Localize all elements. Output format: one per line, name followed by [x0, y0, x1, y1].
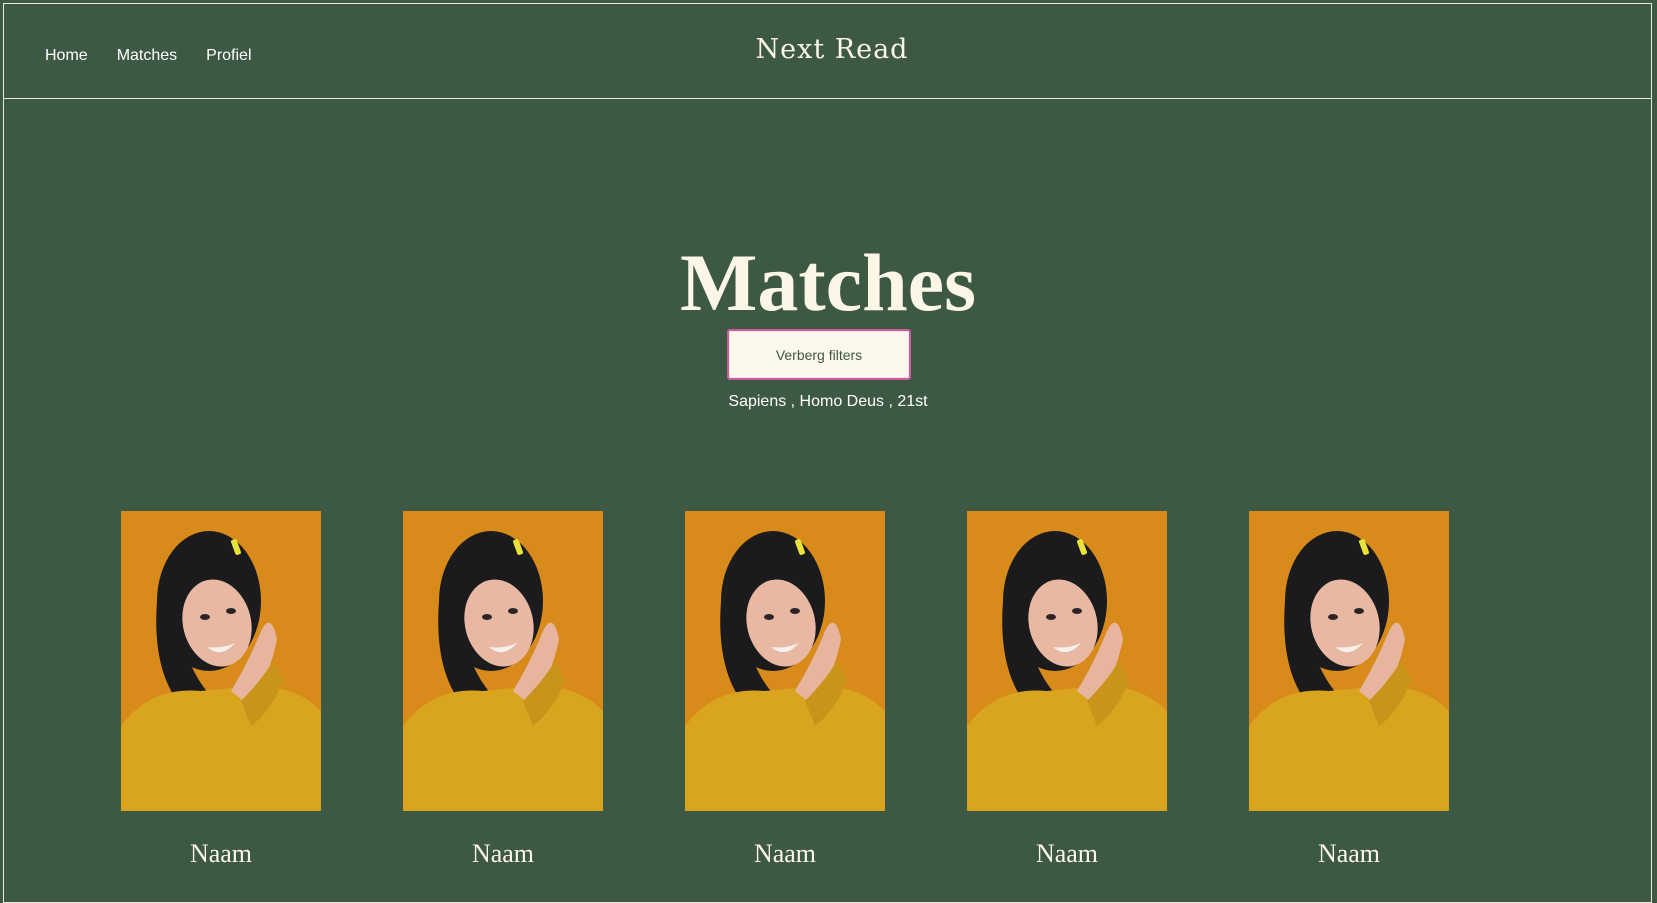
match-name: Naam	[1035, 839, 1099, 868]
site-header: Home Matches Profiel Next Read	[4, 4, 1651, 99]
profile-photo	[403, 511, 603, 811]
match-card[interactable]: Naam	[1249, 511, 1449, 869]
toggle-filters-button[interactable]: Verberg filters	[727, 329, 911, 380]
profile-photo	[1249, 511, 1449, 811]
match-name: Naam	[471, 839, 535, 868]
match-card[interactable]: Naam	[685, 511, 885, 869]
match-card[interactable]: Naam	[121, 511, 321, 869]
profile-photo	[685, 511, 885, 811]
page-title: Matches	[679, 236, 976, 328]
match-name: Naam	[753, 839, 817, 868]
profile-photo	[967, 511, 1167, 811]
matches-grid: Naam Naam Naam Naam Naam	[121, 511, 1449, 869]
brand-logo[interactable]: Next Read	[4, 34, 1657, 65]
match-name: Naam	[1317, 839, 1381, 868]
match-name: Naam	[189, 839, 253, 868]
filter-summary: Sapiens , Homo Deus , 21st	[728, 393, 928, 410]
match-card[interactable]: Naam	[967, 511, 1167, 869]
match-card[interactable]: Naam	[403, 511, 603, 869]
profile-photo	[121, 511, 321, 811]
